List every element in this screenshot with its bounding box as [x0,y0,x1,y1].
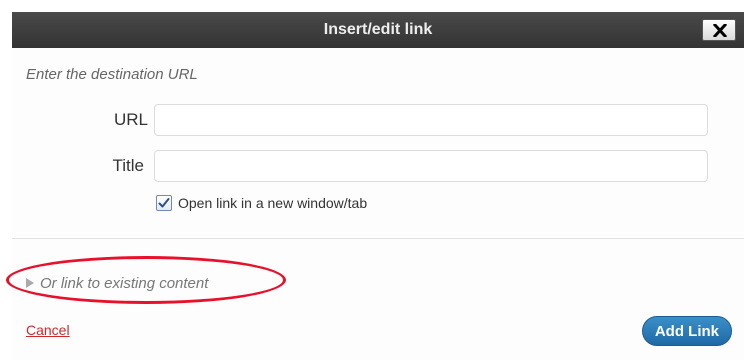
url-label: URL [113,110,148,129]
cancel-link[interactable]: Cancel [26,322,70,338]
destination-hint: Enter the destination URL [26,66,198,83]
dialog-content: Enter the destination URL URL Title Open… [6,48,744,360]
existing-content-label: Or link to existing content [40,274,209,292]
new-window-option: Open link in a new window/tab [156,192,367,214]
add-link-button[interactable]: Add Link [641,316,732,346]
close-button[interactable] [702,19,736,41]
title-input[interactable] [154,150,708,182]
url-input[interactable] [154,104,708,136]
existing-content-toggle[interactable]: Or link to existing content [26,272,208,294]
triangle-right-icon [26,278,34,288]
dialog-titlebar: Insert/edit link [12,12,744,48]
title-label: Title [112,156,145,175]
new-window-label: Open link in a new window/tab [178,195,368,211]
new-window-checkbox[interactable] [156,195,172,211]
close-icon [713,24,727,37]
dialog-title: Insert/edit link [323,21,433,38]
checkmark-icon [158,198,170,208]
section-divider [12,238,744,239]
insert-edit-link-dialog: Insert/edit link Enter the destination U… [0,0,744,360]
